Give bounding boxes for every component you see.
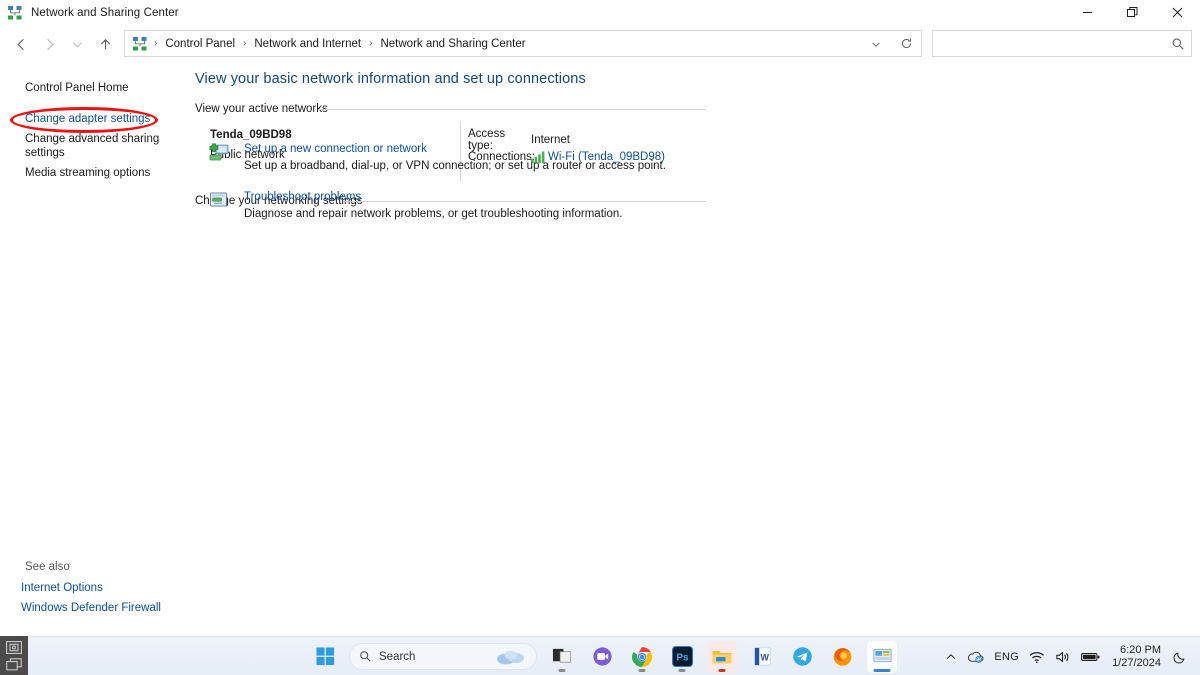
tray-overflow-button[interactable] (940, 642, 962, 672)
section-divider (318, 109, 706, 110)
minimize-button[interactable] (1065, 0, 1110, 25)
taskbar-control-panel[interactable] (867, 640, 897, 673)
search-icon (359, 650, 372, 663)
recent-locations-button[interactable] (63, 30, 91, 58)
task-description: Set up a broadband, dial-up, or VPN conn… (244, 160, 666, 172)
sidebar-item-media-streaming-options[interactable]: Media streaming options (25, 166, 150, 180)
network-name: Tenda_09BD98 (210, 129, 292, 141)
vertical-divider (460, 121, 461, 181)
breadcrumb-network-and-sharing-center[interactable]: Network and Sharing Center (378, 38, 527, 50)
running-indicator (638, 668, 646, 672)
network-icon (8, 5, 22, 19)
onedrive-icon[interactable] (962, 642, 989, 672)
breadcrumb-separator: › (369, 38, 373, 49)
breadcrumb-separator: › (243, 38, 247, 49)
battery-icon[interactable] (1076, 642, 1105, 672)
running-indicator (718, 668, 726, 672)
taskbar-chat[interactable] (587, 641, 617, 673)
running-indicator (873, 668, 891, 672)
task-link-setup-new-connection[interactable]: Set up a new connection or network (244, 143, 427, 155)
windows-start-icon (315, 647, 334, 666)
search-icon (1165, 37, 1191, 51)
see-also-internet-options[interactable]: Internet Options (21, 581, 103, 595)
up-button[interactable] (91, 30, 119, 58)
access-type-row: Access type: Internet (468, 128, 665, 152)
close-button[interactable] (1155, 0, 1200, 25)
taskbar-chrome[interactable] (627, 641, 657, 673)
breadcrumb-separator: › (154, 38, 158, 49)
taskbar-telegram[interactable] (787, 641, 817, 673)
back-button[interactable] (7, 30, 35, 58)
window-controls (1065, 0, 1200, 25)
access-type-value: Internet (531, 133, 570, 146)
tray-clock[interactable]: 6:20 PM 1/27/2024 (1105, 644, 1168, 670)
control-panel-icon (872, 648, 892, 663)
access-type-label: Access type: (468, 127, 506, 152)
task-view-icon (552, 648, 571, 663)
section-divider (343, 201, 706, 202)
screen-capture-widget (0, 636, 28, 675)
address-dropdown-button[interactable] (861, 31, 891, 56)
refresh-button[interactable] (891, 31, 921, 56)
speaker-icon[interactable] (1050, 642, 1076, 672)
word-icon: W (753, 647, 771, 666)
sidebar-item-change-advanced-sharing-settings[interactable]: Change advanced sharing settings (25, 132, 160, 160)
start-button[interactable] (310, 642, 340, 672)
firefox-icon (833, 648, 851, 666)
title-bar: Network and Sharing Center (0, 0, 1200, 25)
main-panel: View your basic network information and … (190, 63, 1200, 636)
chrome-icon (632, 646, 653, 667)
search-input[interactable] (933, 31, 1165, 56)
taskbar-file-explorer[interactable] (707, 640, 737, 673)
taskbar-photoshop[interactable]: Ps (667, 641, 697, 673)
window-title: Network and Sharing Center (31, 6, 179, 19)
svg-text:Ps: Ps (676, 652, 689, 663)
network-icon (133, 36, 147, 50)
clock-date: 1/27/2024 (1112, 656, 1161, 669)
taskbar-search[interactable]: Search (349, 643, 537, 670)
taskbar-task-view[interactable] (547, 641, 577, 673)
tray-language[interactable]: ENG (989, 642, 1024, 672)
running-indicator (678, 668, 686, 672)
troubleshoot-icon (210, 192, 227, 207)
taskbar-word[interactable]: W (747, 641, 777, 673)
taskbar-center-group: Search Ps W (310, 637, 897, 675)
taskbar-search-label: Search (379, 650, 416, 663)
sidebar-item-control-panel-home[interactable]: Control Panel Home (25, 81, 129, 95)
taskbar-firefox[interactable] (827, 641, 857, 673)
section-header-active-networks: View your active networks (195, 103, 328, 115)
region-capture-icon[interactable] (6, 640, 23, 654)
clock-time: 6:20 PM (1120, 643, 1161, 656)
task-link-troubleshoot-problems[interactable]: Troubleshoot problems (244, 191, 361, 203)
task-description: Diagnose and repair network problems, or… (244, 208, 623, 220)
weather-cloud-icon[interactable] (494, 648, 530, 669)
page-title: View your basic network information and … (195, 71, 586, 87)
system-tray: ENG 6:20 PM 1/27/2024 (940, 637, 1200, 675)
moon-icon[interactable] (1168, 642, 1192, 672)
restore-button[interactable] (1110, 0, 1155, 25)
forward-button[interactable] (35, 30, 63, 58)
address-bar[interactable]: › Control Panel › Network and Internet ›… (124, 30, 922, 57)
sidebar: Control Panel Home Change adapter settin… (0, 63, 190, 636)
telegram-icon (792, 647, 812, 666)
window-capture-icon[interactable] (6, 657, 23, 671)
search-box[interactable] (932, 30, 1192, 57)
photoshop-icon: Ps (671, 646, 693, 667)
see-also-label: See also (25, 561, 70, 573)
file-explorer-icon (712, 650, 732, 663)
breadcrumb-control-panel[interactable]: Control Panel (163, 38, 237, 50)
taskbar: Search Ps W ENG 6:20 PM 1/27/2024 (0, 636, 1200, 675)
svg-text:W: W (760, 653, 769, 663)
see-also-windows-defender-firewall[interactable]: Windows Defender Firewall (21, 601, 161, 615)
running-indicator (558, 668, 566, 672)
breadcrumb-network-and-internet[interactable]: Network and Internet (252, 38, 363, 50)
wifi-icon[interactable] (1024, 642, 1050, 672)
chat-icon (592, 647, 612, 666)
sidebar-item-change-adapter-settings[interactable]: Change adapter settings (25, 112, 150, 126)
new-connection-icon (209, 143, 229, 161)
content-area: Control Panel Home Change adapter settin… (0, 63, 1200, 636)
